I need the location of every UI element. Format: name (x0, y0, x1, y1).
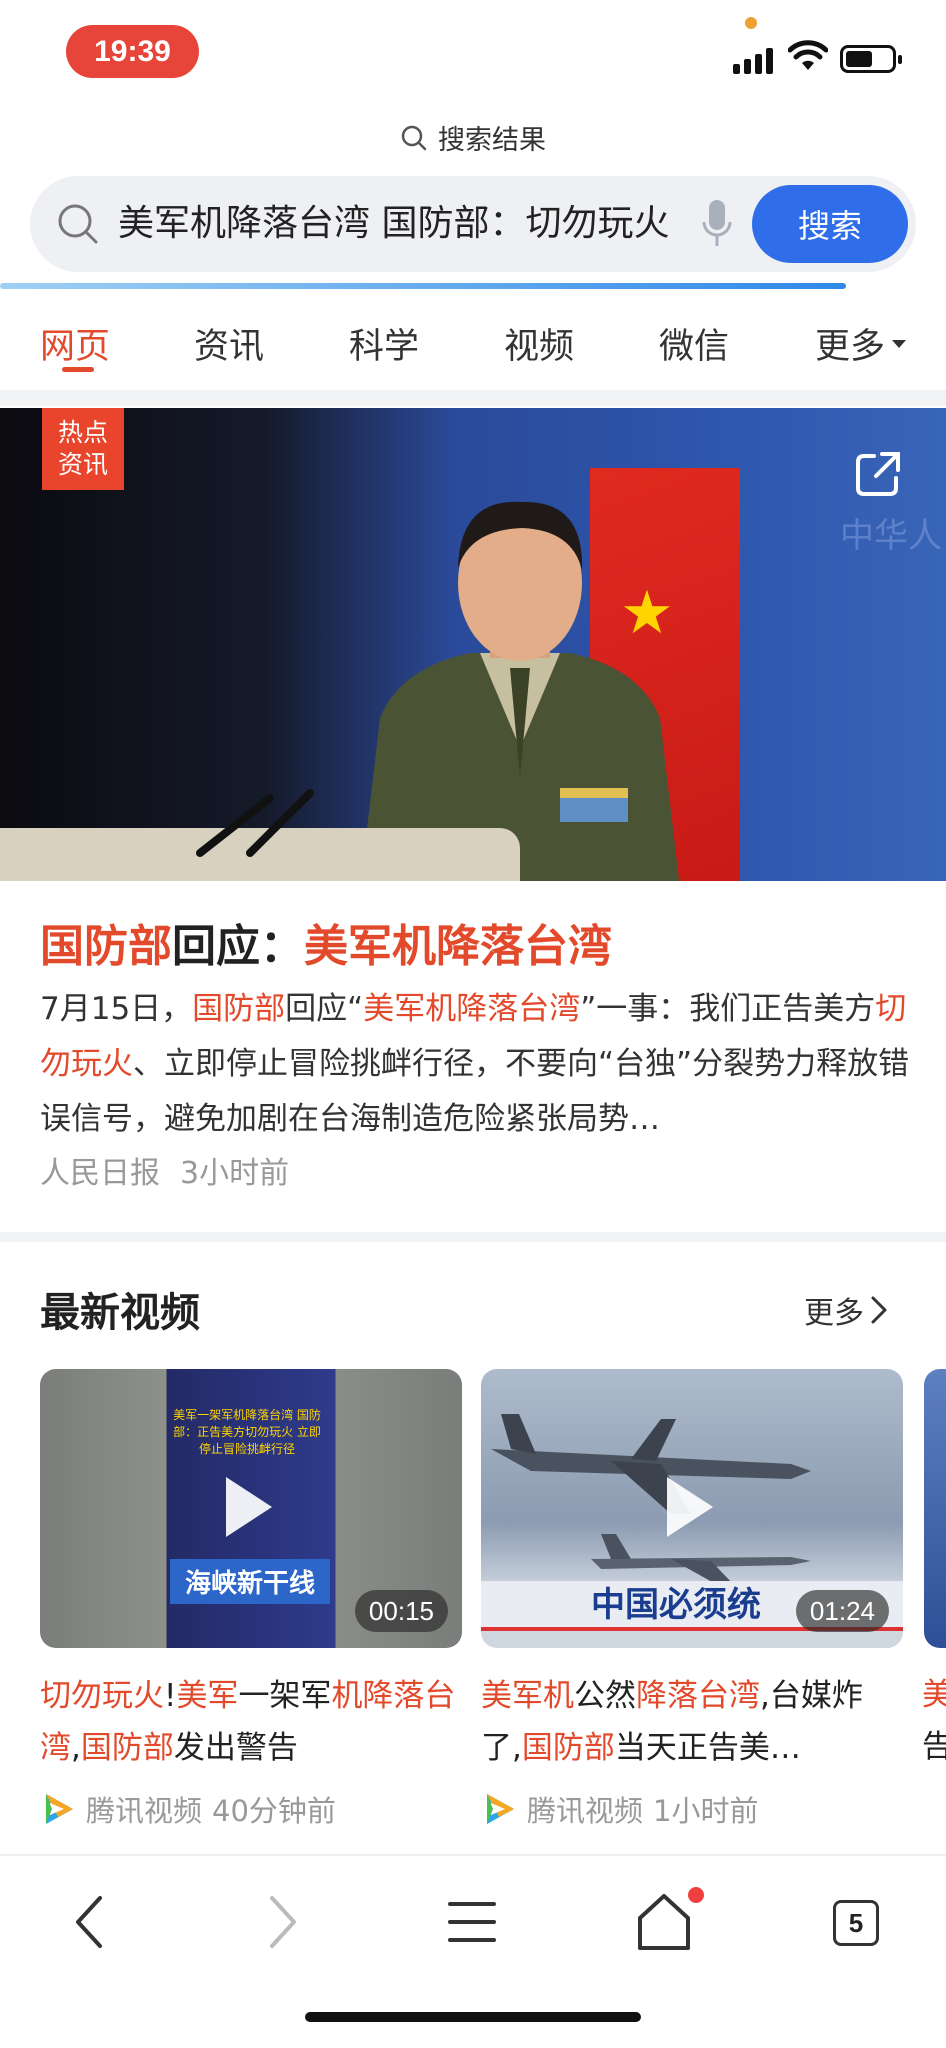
title-highlight: 国防部 (80, 1730, 174, 1766)
search-button[interactable]: 搜索 (752, 185, 908, 263)
hot-badge-line2: 资讯 (57, 450, 108, 479)
tab-web[interactable]: 网页 (40, 318, 110, 369)
search-bar[interactable]: 美军机降落台湾 国防部：切勿玩火 搜索 (30, 176, 916, 272)
tab-video[interactable]: 视频 (504, 318, 574, 369)
microphone-icon[interactable] (702, 198, 732, 250)
article-title[interactable]: 国防部回应：美军机降落台湾 (40, 910, 612, 974)
bomber-plane-graphic (491, 1414, 811, 1514)
article-time: 3小时前 (180, 1156, 290, 1191)
battery-icon (840, 45, 902, 73)
video-source: 腾讯视频 (86, 1794, 203, 1828)
title-text: ! (164, 1678, 177, 1714)
play-icon[interactable] (226, 1477, 272, 1537)
snippet-highlight: 美军机降落台湾 (363, 991, 581, 1027)
page-load-progress-bar (0, 283, 846, 289)
title-text: , (71, 1730, 81, 1766)
title-highlight: 美军 (176, 1678, 239, 1714)
title-highlight: 美军机降落台湾 (304, 921, 612, 972)
title-highlight: 降落台湾 (636, 1678, 760, 1714)
search-icon (58, 204, 98, 244)
home-indicator[interactable] (305, 2012, 641, 2022)
snippet-text: 回应“ (285, 991, 364, 1027)
title-text: 发出警告 (173, 1730, 298, 1766)
video-title-partial[interactable]: 美 告 (922, 1669, 946, 1773)
caret-down-icon (892, 339, 907, 348)
search-result-label: 搜索结果 (0, 118, 946, 157)
video-time: 40分钟前 (212, 1794, 336, 1828)
video-source: 腾讯视频 (527, 1794, 644, 1828)
spokesperson-figure (360, 501, 680, 881)
hero-news-image[interactable]: 中华人 ★ 热点 资讯 (0, 408, 946, 881)
title-text: 公然 (574, 1678, 636, 1714)
search-icon (401, 125, 427, 150)
peek-line: 告 (922, 1729, 946, 1765)
video-title[interactable]: 切勿玩火!美军一架军机降落台湾,国防部发出警告 (40, 1670, 462, 1774)
article-source: 人民日报 (40, 1156, 160, 1191)
tencent-video-logo-icon (46, 1794, 73, 1824)
share-icon[interactable] (854, 450, 902, 498)
title-highlight: 切勿玩火 (40, 1678, 164, 1714)
wall-emblem-text: 中华人 (840, 516, 942, 556)
hot-badge-line1: 热点 (57, 418, 108, 447)
article-meta: 人民日报 3小时前 (40, 1148, 309, 1192)
privacy-indicator-dot (745, 17, 757, 29)
video-thumbnail-partial[interactable] (924, 1369, 946, 1648)
article-snippet[interactable]: 7月15日，国防部回应“美军机降落台湾”一事：我们正告美方切勿玩火、立即停止冒险… (40, 982, 910, 1147)
video-time: 1小时前 (653, 1794, 759, 1828)
search-input[interactable]: 美军机降落台湾 国防部：切勿玩火 (118, 176, 678, 272)
category-tabs: 网页 资讯 科学 视频 微信 更多 (0, 300, 946, 380)
cellular-signal-icon (733, 46, 773, 74)
forward-arrow-icon[interactable] (262, 1890, 302, 1954)
chevron-right-icon (871, 1296, 887, 1324)
tab-wechat[interactable]: 微信 (659, 318, 729, 369)
title-highlight: 国防部 (521, 1730, 615, 1766)
tab-more[interactable]: 更多 (815, 318, 907, 369)
video-meta: 腾讯视频 40分钟前 (40, 1788, 462, 1830)
peek-line: 美 (922, 1677, 946, 1713)
title-text: 回应： (172, 921, 304, 972)
more-label: 更多 (804, 1296, 864, 1331)
bottom-nav-border (0, 1854, 946, 1856)
video-meta: 腾讯视频 1小时前 (481, 1788, 903, 1830)
menu-icon[interactable] (446, 1890, 498, 1954)
snippet-text: ”一事：我们正告美方 (580, 991, 876, 1027)
wifi-icon (788, 40, 828, 70)
active-tab-indicator (62, 367, 94, 372)
status-bar: 19:39 (0, 0, 946, 100)
back-arrow-icon[interactable] (70, 1890, 110, 1954)
thumbnail-caption: 美军一架军机降落台湾 国防部：正告美方切勿玩火 立即停止冒险挑衅行径 (173, 1408, 321, 1456)
tab-news[interactable]: 资讯 (194, 318, 264, 369)
snippet-text: 7月15日， (40, 991, 193, 1027)
snippet-highlight: 国防部 (192, 991, 286, 1027)
snippet-text: 、立即停止冒险挑衅行径，不要向“台独”分裂势力释放错误信号，避免加剧在台海制造危… (40, 1046, 910, 1137)
video-thumbnail[interactable]: 中国必须统 01:24 (481, 1369, 903, 1648)
tencent-video-logo-icon (487, 1794, 514, 1824)
video-card[interactable]: 中国必须统 01:24 美军机公然降落台湾,台媒炸了,国防部当天正告美… 腾讯视… (481, 1369, 903, 1830)
divider (0, 390, 946, 406)
video-duration: 01:24 (795, 1590, 889, 1632)
home-icon[interactable] (636, 1890, 692, 1954)
video-title[interactable]: 美军机公然降落台湾,台媒炸了,国防部当天正告美… (481, 1670, 903, 1774)
video-thumbnail[interactable]: 美军一架军机降落台湾 国防部：正告美方切勿玩火 立即停止冒险挑衅行径 海峡新干线… (40, 1369, 462, 1648)
hot-news-badge: 热点 资讯 (42, 408, 124, 490)
tab-more-label: 更多 (815, 327, 886, 367)
title-highlight: 美军机 (481, 1678, 574, 1714)
divider (0, 1232, 946, 1242)
fighter-jet-graphic (591, 1534, 811, 1587)
title-highlight: 国防部 (40, 921, 172, 972)
play-icon[interactable] (667, 1477, 713, 1537)
status-time: 19:39 (66, 25, 199, 78)
section-title-latest-videos: 最新视频 (40, 1290, 200, 1336)
tabs-count-button[interactable]: 5 (833, 1900, 879, 1946)
thumbnail-logo-text: 海峡新干线 (170, 1559, 330, 1604)
result-label-text: 搜索结果 (438, 125, 546, 156)
title-text: 一架军 (238, 1678, 332, 1714)
tab-science[interactable]: 科学 (349, 318, 419, 369)
title-text: 当天正告美… (614, 1730, 801, 1766)
more-videos-link[interactable]: 更多 (804, 1288, 888, 1332)
microphones-graphic (196, 789, 314, 857)
video-duration: 00:15 (354, 1590, 448, 1632)
notification-dot (688, 1887, 704, 1903)
video-card[interactable]: 美军一架军机降落台湾 国防部：正告美方切勿玩火 立即停止冒险挑衅行径 海峡新干线… (40, 1369, 462, 1830)
